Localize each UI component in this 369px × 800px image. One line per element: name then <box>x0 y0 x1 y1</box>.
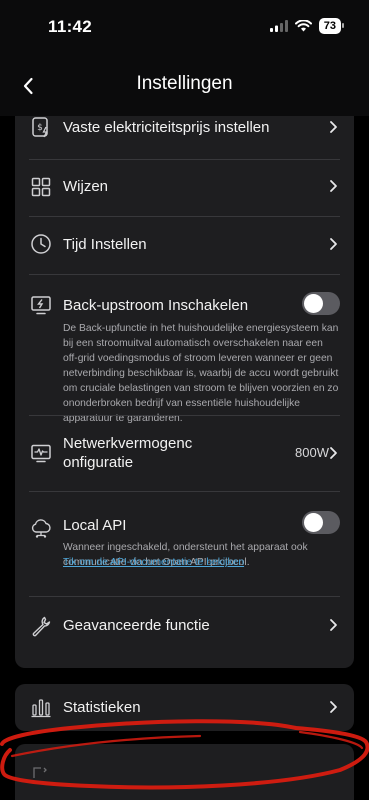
row-network-power[interactable]: Netwerkvermogenc onfiguratie 800W <box>15 416 354 491</box>
row-local-api: Local API Wanneer ingeschakeld, onderste… <box>15 492 354 597</box>
row-statistics[interactable]: Statistieken <box>15 684 354 731</box>
row-wijzen[interactable]: Wijzen <box>15 160 354 218</box>
row-label-line2: onfiguratie <box>63 454 134 471</box>
page-title: Instellingen <box>136 73 233 94</box>
status-bar: 11:42 73 <box>0 0 369 56</box>
settings-list[interactable]: $ Vaste elektriciteitsprijs instellen Wi… <box>0 116 369 800</box>
backup-power-toggle[interactable] <box>302 292 340 315</box>
wifi-icon <box>294 20 312 32</box>
row-label: Tijd Instellen <box>63 236 147 253</box>
row-label: Wijzen <box>63 178 109 195</box>
status-icons: 73 <box>269 18 345 34</box>
chevron-right-icon <box>330 180 337 192</box>
toggle-knob <box>304 513 323 532</box>
row-label: Vaste elektriciteitsprijs instellen <box>63 119 270 136</box>
row-advanced-function[interactable]: Geavanceerde functie <box>15 597 354 665</box>
price-tag-icon: $ <box>32 117 48 138</box>
statistics-card[interactable]: Statistieken <box>15 684 354 731</box>
battery-indicator: 73 <box>318 18 345 34</box>
settings-card: $ Vaste elektriciteitsprijs instellen Wi… <box>15 116 354 668</box>
row-label: Back-upstroom Inschakelen <box>63 297 249 314</box>
row-backup-power: Back-upstroom Inschakelen De Back-upfunc… <box>15 275 354 424</box>
chevron-right-icon <box>330 447 337 459</box>
row-electricity-price[interactable]: $ Vaste elektriciteitsprijs instellen <box>15 116 354 150</box>
cellular-signal-icon <box>269 20 288 32</box>
toggle-knob <box>304 294 323 313</box>
grid-icon <box>31 177 51 197</box>
local-api-toggle[interactable] <box>302 511 340 534</box>
chevron-right-icon <box>330 121 337 133</box>
svg-text:$: $ <box>37 123 43 133</box>
row-label: Statistieken <box>63 699 141 716</box>
chevron-right-icon <box>330 701 337 713</box>
row-label: Geavanceerde functie <box>63 617 210 634</box>
partial-row-icon <box>33 767 47 778</box>
bar-chart-icon <box>31 699 51 718</box>
chevron-right-icon <box>330 619 337 631</box>
row-label-line1: Netwerkvermogenc <box>63 435 193 452</box>
row-description: De Back-upfunctie in het huishoudelijke … <box>63 323 339 424</box>
status-time: 11:42 <box>48 17 93 36</box>
network-power-value: 800W <box>295 445 329 460</box>
clock-icon <box>31 234 51 254</box>
chevron-right-icon <box>330 238 337 250</box>
row-label: Local API <box>63 517 127 534</box>
bottom-card <box>15 744 354 800</box>
wrench-icon <box>32 616 51 637</box>
nav-bar: Instellingen <box>0 56 369 116</box>
network-power-icon <box>31 444 51 463</box>
backup-power-icon <box>31 296 51 315</box>
row-tijd-instellen[interactable]: Tijd Instellen <box>15 217 354 275</box>
api-docs-link[interactable]: Tik om de API-documentatie te bekijken <box>63 555 340 570</box>
cloud-api-icon <box>31 519 51 538</box>
